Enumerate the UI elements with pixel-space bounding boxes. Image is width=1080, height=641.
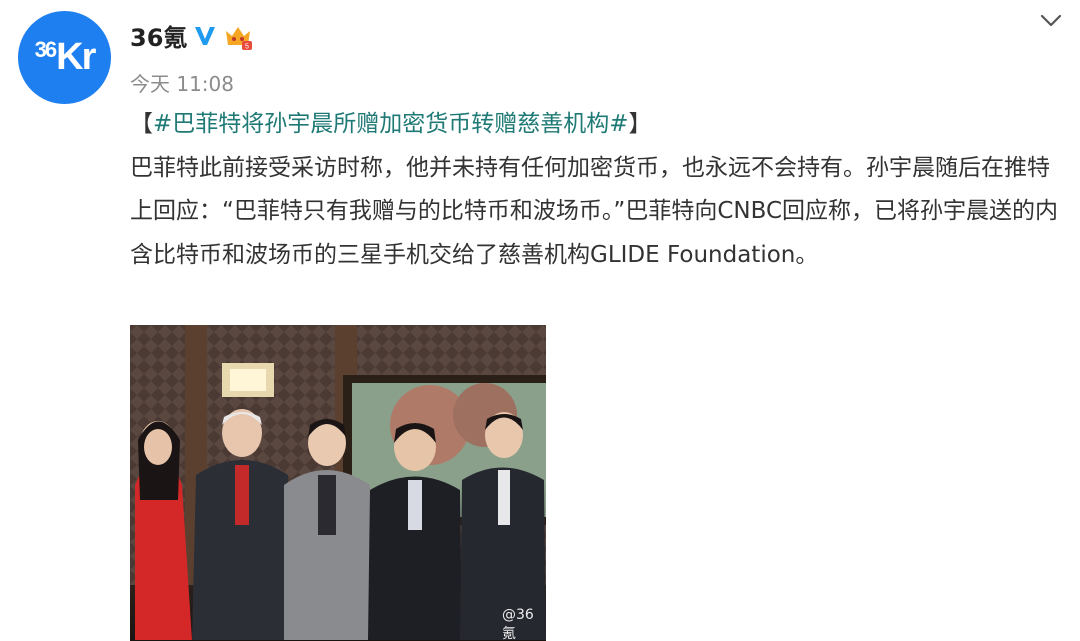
topic-bracket-close: 】 [628,111,652,137]
post-text: 【#巴菲特将孙宇晨所赠加密货币转赠慈善机构#】 巴菲特此前接受采访时称，他并未持… [130,103,1060,277]
vip-crown-icon[interactable]: 5 [223,21,253,51]
timestamp: 今天 11:08 [130,72,234,96]
svg-text:5: 5 [245,43,249,50]
post-body: 巴菲特此前接受采访时称，他并未持有任何加密货币，也永远不会持有。孙宇晨随后在推特… [130,154,1059,268]
topic-line: 【#巴菲特将孙宇晨所赠加密货币转赠慈善机构#】 [130,103,1060,147]
avatar[interactable]: 36 Kr [18,11,111,104]
photo-watermark: @36氪 [502,607,534,641]
topic-bracket-open: 【 [130,111,153,137]
photo-scene [130,325,546,641]
chevron-down-icon[interactable] [1040,10,1062,32]
post-photo[interactable]: @36氪 [130,325,546,641]
user-row: 36氪 5 [130,18,253,53]
username[interactable]: 36氪 [130,18,187,53]
topic-link[interactable]: #巴菲特将孙宇晨所赠加密货币转赠慈善机构# [153,111,629,137]
verified-icon [195,26,216,45]
